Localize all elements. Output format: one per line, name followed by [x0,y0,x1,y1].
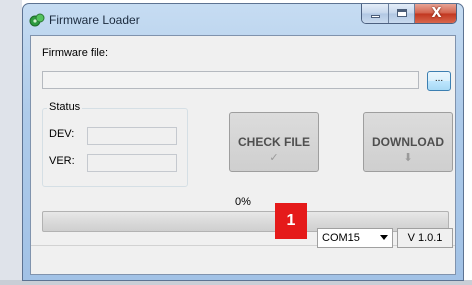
caption-buttons: X [361,4,457,24]
ver-field [87,154,177,172]
desktop-background [0,0,22,285]
check-file-label: CHECK FILE [238,135,310,149]
window-title: Firmware Loader [49,13,140,27]
maximize-button[interactable] [389,4,415,23]
version-label: V 1.0.1 [397,228,453,248]
browse-button[interactable]: ... [427,71,451,91]
dev-label: DEV: [49,128,75,140]
maximize-icon [397,9,407,17]
close-icon: X [431,6,442,21]
com-port-dropdown[interactable]: COM15 [317,228,393,248]
minimize-button[interactable] [362,4,389,23]
close-button[interactable]: X [415,4,456,23]
download-button[interactable]: DOWNLOAD ⬇ [363,112,453,172]
annotation-badge: 1 [275,203,307,239]
chevron-down-icon [380,235,388,240]
checkmark-icon: ✓ [269,151,279,164]
firmware-file-label: Firmware file: [42,47,109,59]
firmware-loader-window: Firmware Loader X Firmware file: ... Sta… [22,3,464,281]
download-label: DOWNLOAD [372,135,444,149]
minimize-icon [371,15,380,18]
download-arrow-icon: ⬇ [403,151,413,164]
title-bar[interactable]: Firmware Loader X [23,4,463,34]
firmware-file-input[interactable] [42,71,419,89]
ver-label: VER: [49,155,75,167]
status-group [42,108,188,187]
check-file-button[interactable]: CHECK FILE ✓ [229,112,319,172]
com-port-value: COM15 [322,232,360,244]
app-icon [29,13,45,27]
dev-field [87,127,177,145]
status-group-title: Status [47,101,83,113]
progress-percent: 0% [235,196,251,208]
